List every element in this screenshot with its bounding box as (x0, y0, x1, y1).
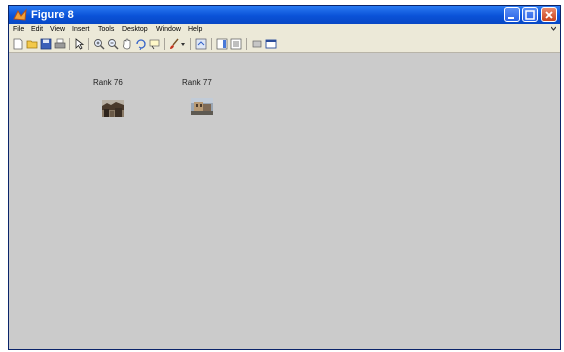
rotate-3d-icon[interactable] (135, 38, 147, 50)
panel-label-rank-76: Rank 76 (93, 78, 123, 87)
new-file-icon[interactable] (12, 38, 24, 50)
menu-edit[interactable]: Edit (31, 24, 43, 36)
legend-icon[interactable] (230, 38, 242, 50)
menu-help[interactable]: Help (188, 24, 202, 36)
menu-view[interactable]: View (50, 24, 65, 36)
toolbar-separator (164, 38, 165, 50)
save-icon[interactable] (40, 38, 52, 50)
brush-icon[interactable] (168, 38, 180, 50)
menu-tools[interactable]: Tools (98, 24, 114, 36)
open-folder-icon[interactable] (26, 38, 38, 50)
thumbnail-image (102, 100, 124, 117)
pan-hand-icon[interactable] (121, 38, 133, 50)
matlab-figure-icon (13, 8, 27, 21)
pointer-arrow-icon[interactable] (73, 38, 85, 50)
toolbar-separator (69, 38, 70, 50)
dropdown-icon[interactable] (180, 38, 186, 50)
zoom-out-icon[interactable] (107, 38, 119, 50)
toolbar-separator (190, 38, 191, 50)
link-icon[interactable] (195, 38, 207, 50)
toolbar-separator (88, 38, 89, 50)
close-icon (545, 11, 553, 19)
menu-overflow-icon[interactable] (551, 26, 556, 33)
minimize-button[interactable] (504, 7, 520, 22)
menu-file[interactable]: File (13, 24, 24, 36)
hide-plot-tools-icon[interactable] (251, 38, 263, 50)
toolbar-separator (211, 38, 212, 50)
title-bar[interactable]: Figure 8 (9, 6, 560, 24)
show-plot-tools-icon[interactable] (265, 38, 277, 50)
menu-insert[interactable]: Insert (72, 24, 90, 36)
close-button[interactable] (541, 7, 557, 22)
toolbar-separator (246, 38, 247, 50)
figure-toolbar (9, 36, 560, 53)
menu-desktop[interactable]: Desktop (122, 24, 148, 36)
colorbar-icon[interactable] (216, 38, 228, 50)
zoom-in-icon[interactable] (93, 38, 105, 50)
figure-canvas[interactable]: Rank 76 Rank 77 (9, 53, 560, 349)
print-icon[interactable] (54, 38, 66, 50)
thumbnail-image (191, 98, 213, 115)
maximize-button[interactable] (522, 7, 538, 22)
panel-label-rank-77: Rank 77 (182, 78, 212, 87)
window-title: Figure 8 (31, 9, 74, 21)
maximize-icon (525, 10, 535, 20)
data-cursor-icon[interactable] (149, 38, 161, 50)
menu-window[interactable]: Window (156, 24, 181, 36)
figure-window: Figure 8 File Edit View Insert Tools Des… (8, 5, 561, 350)
menu-bar: File Edit View Insert Tools Desktop Wind… (9, 24, 560, 36)
minimize-icon (508, 17, 514, 19)
